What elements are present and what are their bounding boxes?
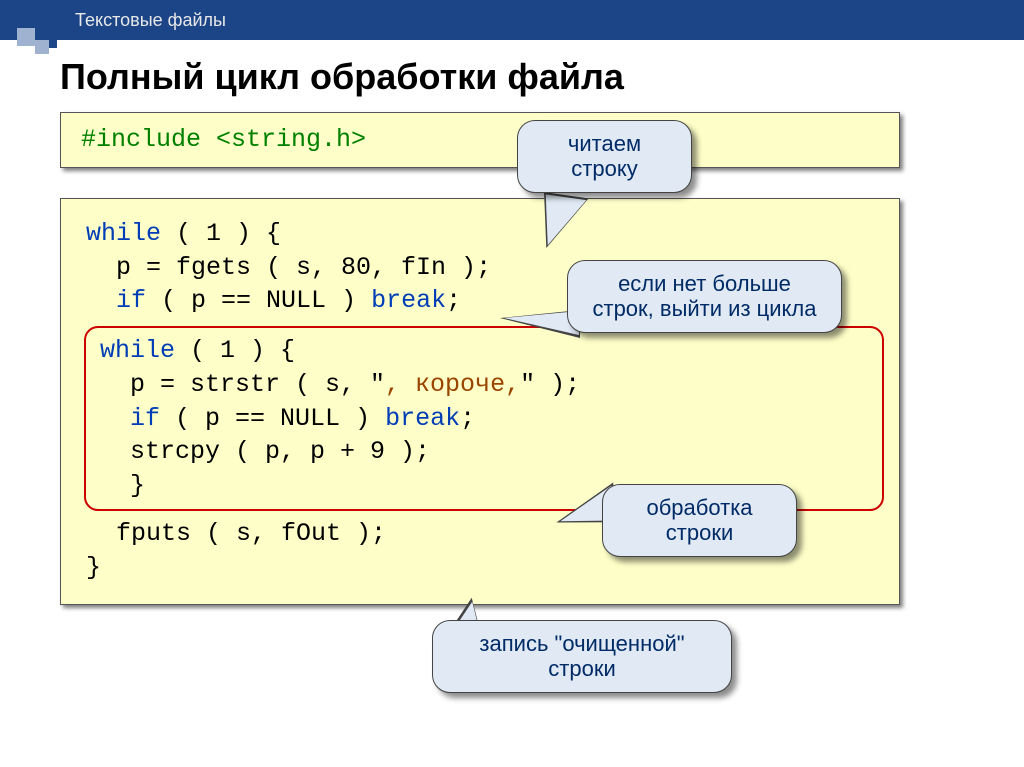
code-include-line: #include <string.h> <box>81 125 366 154</box>
page-number: 23 <box>980 6 1004 32</box>
code-line-1: while ( 1 ) { <box>86 217 874 251</box>
code-line-6: if ( p == NULL ) break; <box>100 402 864 436</box>
header-bar: Текстовые файлы <box>0 0 1024 40</box>
callout-tail-1 <box>536 192 588 253</box>
callout-process-line: обработка строки <box>602 484 797 557</box>
code-include-box: #include <string.h> <box>60 112 900 168</box>
header-decoration <box>0 0 70 62</box>
header-section-title: Текстовые файлы <box>75 10 226 31</box>
callout-read-line: читаем строку <box>517 120 692 193</box>
callout-no-more-lines: если нет больше строк, выйти из цикла <box>567 260 842 333</box>
code-line-5: p = strstr ( s, ", короче," ); <box>100 368 864 402</box>
code-line-7: strcpy ( p, p + 9 ); <box>100 435 864 469</box>
page-title: Полный цикл обработки файла <box>60 56 1024 98</box>
callout-write-cleaned: запись "очищенной" строки <box>432 620 732 693</box>
code-line-4: while ( 1 ) { <box>100 334 864 368</box>
